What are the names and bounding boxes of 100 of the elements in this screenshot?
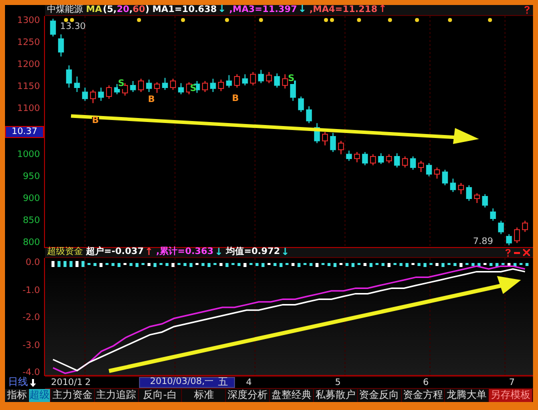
price-axis-label: 850 [22, 216, 40, 226]
candlestick [98, 87, 104, 102]
indicator-tab[interactable]: 标准 [182, 389, 226, 402]
indicator-bar [184, 263, 186, 266]
indicator-bar [172, 263, 174, 267]
indicator-bar [376, 263, 378, 265]
indicator-bar [310, 263, 312, 266]
indicator-tab[interactable]: 资金方程 [402, 389, 446, 402]
save-template-button[interactable]: 另存模板 [489, 389, 533, 402]
candlestick [458, 182, 464, 195]
candlestick [114, 84, 120, 95]
date-axis-label: 4 [246, 378, 252, 388]
high-price-label: 13.30 [60, 23, 86, 32]
dot-icon [488, 18, 492, 22]
candlestick [474, 192, 480, 204]
stock-name: 中煤能源 [47, 6, 83, 14]
candlestick [418, 160, 424, 172]
candlestick [258, 69, 264, 84]
indicator-tab[interactable]: 反向-白 [138, 389, 182, 402]
candlestick [266, 72, 272, 84]
candlestick [410, 156, 416, 170]
indicator-bar [112, 263, 114, 266]
indicator-bar [316, 263, 318, 267]
help-icon[interactable] [524, 6, 530, 14]
candlestick [50, 18, 56, 38]
indicator-tab[interactable]: 主力资金 [51, 389, 95, 402]
indicator-bar [262, 263, 264, 267]
indicator-value: ,累计=0.363 [156, 248, 214, 257]
indicator-bar [496, 263, 498, 267]
indicator-bar [76, 261, 78, 267]
indicator-tab[interactable]: 龙腾大单 [445, 389, 490, 402]
date-axis-label: 7 [509, 378, 515, 388]
trend-arrow-icon: ↓ [298, 5, 306, 15]
indicator-tab[interactable]: 深度分析 [226, 389, 270, 402]
indicator-bar [256, 263, 258, 266]
indicator-bar [106, 263, 108, 265]
indicator-bar [526, 263, 528, 266]
candlestick [170, 78, 176, 90]
trend-arrow-icon: ↑ [378, 5, 387, 15]
indicator-bar [484, 263, 486, 265]
help-icon[interactable] [505, 248, 511, 256]
indicator-bar [250, 263, 252, 265]
indicator-axis-label: -2.0 [22, 313, 40, 324]
indicator-bar [202, 263, 204, 266]
buy-signal: B [148, 96, 155, 105]
indicator-tab[interactable]: 私募散户 [314, 389, 358, 402]
candlestick [466, 184, 472, 202]
candlestick [514, 226, 520, 244]
candlestick [370, 154, 376, 166]
period-selector[interactable]: 日线 [8, 378, 28, 388]
ma-label: MA [86, 6, 102, 14]
current-price-label: 10.37 [5, 126, 44, 138]
indicator-value: ,MA4=11.218 [309, 6, 378, 14]
candlestick [322, 132, 328, 146]
indicator-bar [304, 263, 306, 265]
indicator-bar [394, 263, 396, 265]
indicator-bar [286, 263, 288, 265]
dot-icon [330, 18, 334, 22]
minimize-icon[interactable] [514, 252, 520, 254]
indicator-tab[interactable]: 资金反向 [358, 389, 402, 402]
indicator-bar [226, 263, 228, 267]
indicator-value: 均值=0.972 [226, 248, 280, 257]
trend-arrow-icon: ↑ [144, 248, 154, 258]
indicator-bar [178, 263, 180, 265]
indicator-tab[interactable]: 主力追踪 [94, 389, 139, 402]
price-axis-label: 1200 [17, 60, 40, 70]
candlestick [450, 178, 456, 192]
indicator-bar [142, 263, 144, 265]
indicator-bar [238, 263, 240, 266]
candlestick [90, 89, 96, 104]
indicator-bar [370, 263, 372, 267]
trend-arrow-icon: ↓ [214, 248, 223, 258]
indicator-bar [472, 263, 474, 266]
candlestick [522, 220, 528, 232]
candlestick [330, 132, 336, 152]
candlestick [298, 96, 304, 113]
indicator-value: 超户=-0.037 [86, 248, 144, 257]
candlestick [402, 156, 408, 168]
candlestick [162, 77, 168, 90]
candlestick [58, 34, 64, 58]
candlestick [154, 82, 160, 94]
indicator-bar [208, 263, 210, 267]
date-axis-label: 5 [335, 378, 341, 388]
indicator-bar [148, 263, 150, 266]
indicator-bar [64, 261, 66, 267]
candlestick [490, 208, 496, 222]
indicator-tab[interactable]: 盘整经典 [270, 389, 314, 402]
close-icon[interactable] [523, 249, 530, 256]
price-axis-label: 1000 [17, 150, 40, 160]
candlestick [130, 80, 136, 93]
indicator-bar [136, 263, 138, 267]
indicator-bar [280, 263, 282, 267]
dot-icon [357, 18, 361, 22]
down-arrow-icon[interactable] [30, 378, 36, 386]
indicator-bar [388, 263, 390, 267]
indicator-bar [466, 263, 468, 265]
indicator-bar [508, 263, 510, 266]
indicator-bar [220, 263, 222, 266]
price-axis-label: 1150 [17, 82, 40, 92]
dot-icon [225, 18, 229, 22]
